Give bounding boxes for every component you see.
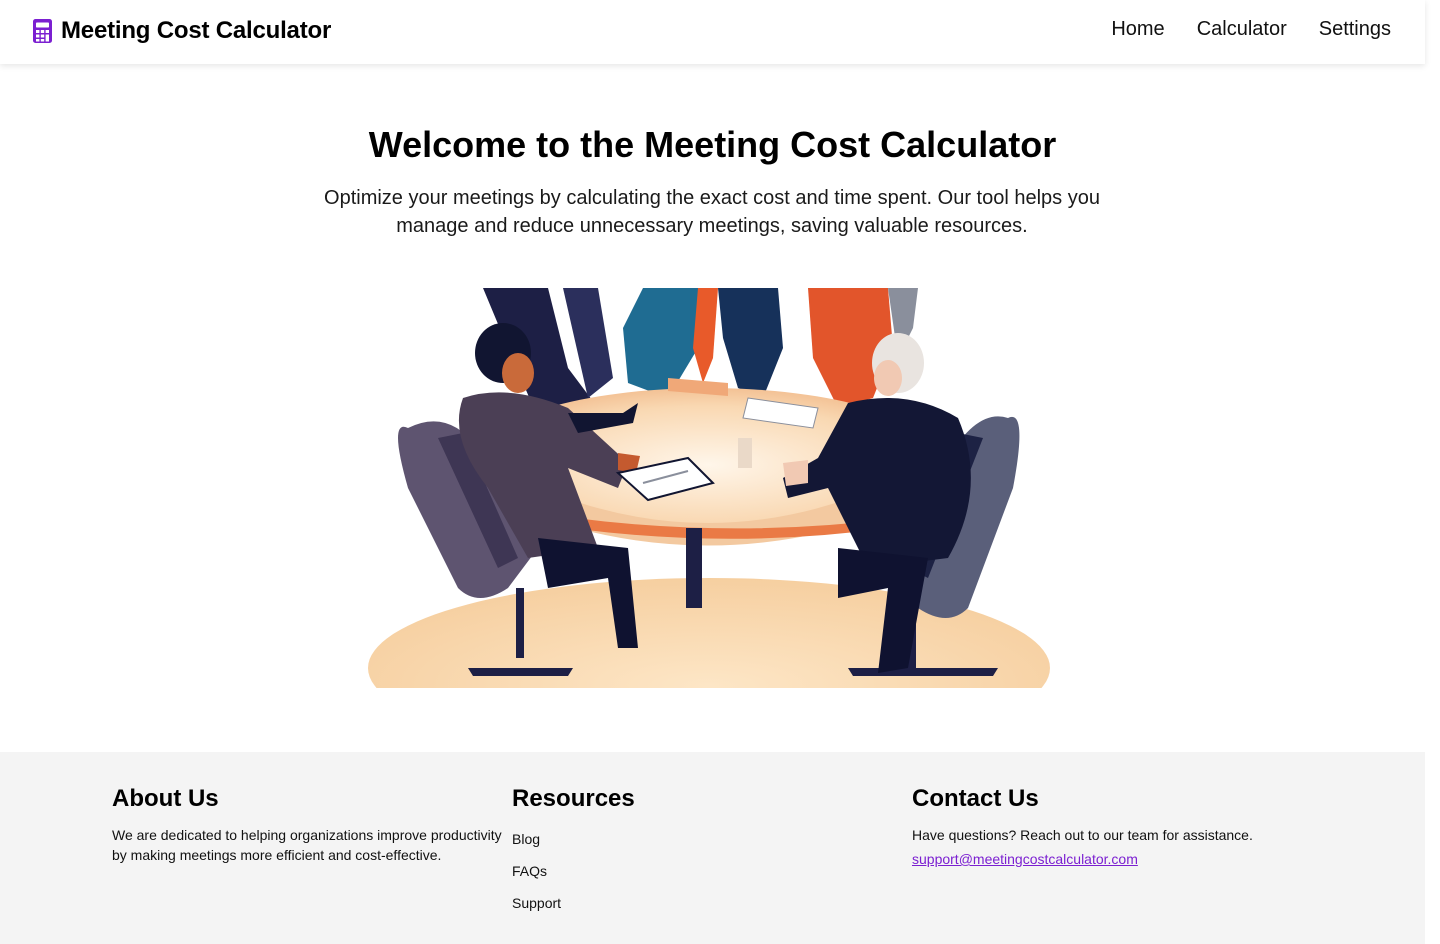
calculator-icon <box>33 19 52 43</box>
footer-resources: Resources Blog FAQs Support <box>512 784 892 921</box>
brand[interactable]: Meeting Cost Calculator <box>32 17 331 45</box>
hero-title: Welcome to the Meeting Cost Calculator <box>368 124 1057 165</box>
footer-contact: Contact Us Have questions? Reach out to … <box>912 784 1332 869</box>
page: Meeting Cost Calculator Home Calculator … <box>0 0 1440 944</box>
about-heading: About Us <box>112 785 219 812</box>
resource-item: FAQs <box>512 857 892 889</box>
footer: About Us We are dedicated to helping org… <box>0 752 1425 944</box>
about-text: We are dedicated to helping organization… <box>112 827 502 863</box>
resource-item: Blog <box>512 825 892 857</box>
resources-heading: Resources <box>512 785 635 812</box>
resource-link-faqs[interactable]: FAQs <box>512 861 547 881</box>
contact-text: Have questions? Reach out to our team fo… <box>912 827 1253 843</box>
nav-home[interactable]: Home <box>1111 18 1164 41</box>
nav-settings[interactable]: Settings <box>1319 18 1391 41</box>
resource-list: Blog FAQs Support <box>512 825 892 921</box>
hero-subtitle: Optimize your meetings by calculating th… <box>324 187 1100 237</box>
contact-email-link[interactable]: support@meetingcostcalculator.com <box>912 849 1138 869</box>
nav-calculator[interactable]: Calculator <box>1197 18 1287 41</box>
top-header: Meeting Cost Calculator Home Calculator … <box>0 0 1425 64</box>
resource-link-blog[interactable]: Blog <box>512 829 540 849</box>
main-nav: Home Calculator Settings <box>1111 18 1391 41</box>
resource-item: Support <box>512 889 892 921</box>
meeting-illustration <box>368 288 1051 688</box>
brand-title: Meeting Cost Calculator <box>61 17 332 44</box>
footer-about: About Us We are dedicated to helping org… <box>112 784 507 865</box>
contact-heading: Contact Us <box>912 785 1039 812</box>
resource-link-support[interactable]: Support <box>512 893 561 913</box>
